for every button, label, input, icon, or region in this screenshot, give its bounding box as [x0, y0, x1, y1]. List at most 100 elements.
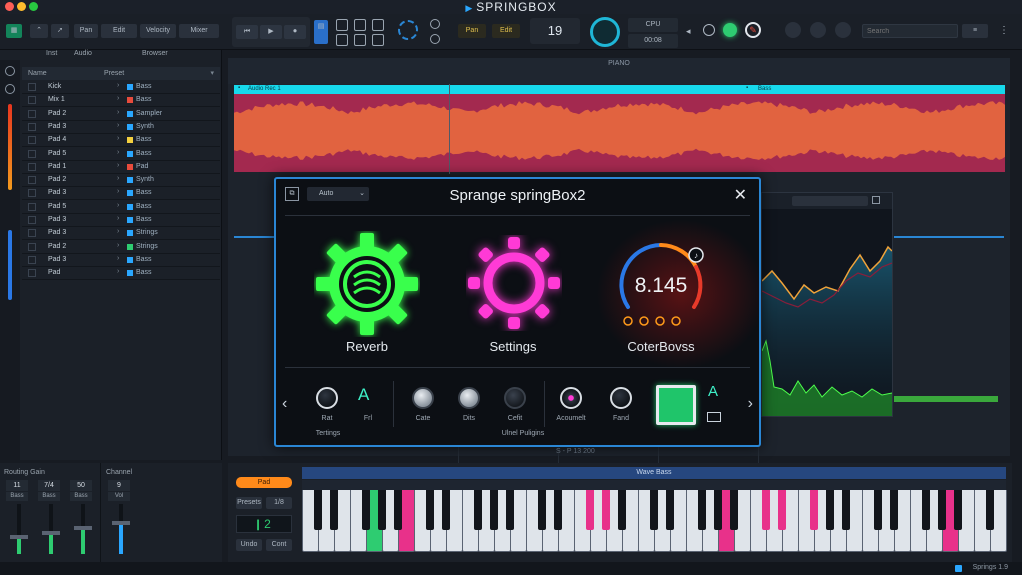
reverb-gear-icon[interactable] — [314, 231, 420, 337]
mode-button-pan[interactable]: Pan — [74, 24, 98, 38]
piano-black-key[interactable] — [650, 490, 658, 530]
piano-keyboard[interactable] — [302, 490, 1007, 552]
piano-black-key[interactable] — [810, 490, 818, 530]
channel-fader[interactable] — [119, 504, 123, 554]
track-row[interactable]: Pad 5 › Bass — [22, 201, 220, 214]
track-row[interactable]: Pad 3 › Synth — [22, 121, 220, 134]
track-select-checkbox[interactable] — [28, 269, 36, 278]
chevron-right-icon[interactable]: › — [117, 149, 119, 156]
chevron-right-icon[interactable]: › — [117, 82, 119, 89]
piano-black-key[interactable] — [890, 490, 898, 530]
chevron-right-icon[interactable]: › — [117, 95, 119, 102]
filter-a-icon[interactable]: A — [358, 385, 369, 405]
enable-toggle[interactable] — [656, 385, 696, 425]
piano-black-key[interactable] — [442, 490, 450, 530]
piano-black-key[interactable] — [762, 490, 770, 530]
cut-tool-icon[interactable] — [354, 19, 366, 31]
piano-black-key[interactable] — [602, 490, 610, 530]
prev-page-button[interactable]: ‹ — [282, 395, 287, 413]
continue-button[interactable]: Cont — [266, 539, 292, 551]
track-row[interactable]: Pad 2 › Strings — [22, 241, 220, 254]
settings-icon[interactable] — [785, 22, 801, 38]
piano-black-key[interactable] — [362, 490, 370, 530]
channel-label[interactable]: Bass — [70, 492, 92, 501]
track-row[interactable]: Pad 3 › Strings — [22, 227, 220, 241]
track-row[interactable]: Pad 4 › Bass — [22, 134, 220, 148]
settings-gear-icon[interactable] — [466, 235, 562, 331]
track-select-checkbox[interactable] — [28, 202, 36, 211]
analyzer-settings-icon[interactable] — [872, 196, 880, 204]
step-display[interactable]: ▎2 — [236, 515, 292, 533]
piano-black-key[interactable] — [698, 490, 706, 530]
track-select-checkbox[interactable] — [28, 162, 36, 171]
chevron-right-icon[interactable]: › — [117, 202, 119, 209]
nav-forward-button[interactable]: ➚ — [51, 24, 69, 38]
filter-b-icon[interactable]: A — [708, 383, 718, 400]
power-button[interactable] — [723, 23, 737, 37]
chevron-right-icon[interactable]: › — [117, 268, 119, 275]
chevron-right-icon[interactable]: › — [117, 228, 119, 235]
piano-black-key[interactable] — [730, 490, 738, 530]
piano-black-key[interactable] — [586, 490, 594, 530]
channel-label[interactable]: Bass — [6, 492, 28, 501]
play-button[interactable]: ▶ — [260, 25, 282, 39]
chevron-down-icon[interactable]: ▾ — [210, 69, 214, 77]
track-select-checkbox[interactable] — [28, 189, 36, 198]
acoumelt-knob[interactable] — [560, 387, 582, 409]
track-select-checkbox[interactable] — [28, 255, 36, 264]
piano-black-key[interactable] — [666, 490, 674, 530]
channel-fader[interactable] — [49, 504, 53, 554]
piano-black-key[interactable] — [506, 490, 514, 530]
fader-cap[interactable] — [42, 531, 60, 535]
more-icon[interactable]: ⋮ — [999, 25, 1009, 36]
record-button[interactable]: ⏺ — [284, 25, 306, 39]
metronome-icon[interactable] — [430, 19, 440, 29]
playhead[interactable] — [449, 84, 450, 174]
draw-tool-icon[interactable] — [372, 19, 384, 31]
track-select-checkbox[interactable] — [28, 242, 36, 251]
audio-clip-header[interactable]: ▪ Audio Rec 1 ▪ Bass — [234, 85, 1005, 94]
pad-button[interactable]: Pad — [236, 477, 292, 488]
piano-black-key[interactable] — [314, 490, 322, 530]
channel-label[interactable]: Bass — [38, 492, 60, 501]
audio-clip-waveform[interactable] — [234, 94, 1005, 172]
tab-audio[interactable]: Audio — [74, 50, 92, 57]
chevron-right-icon[interactable]: › — [117, 255, 119, 262]
piano-black-key[interactable] — [554, 490, 562, 530]
tempo-pan-button[interactable]: Pan — [458, 24, 486, 38]
presets-button[interactable]: Presets — [236, 497, 262, 509]
chevron-right-icon[interactable]: › — [117, 135, 119, 142]
cate-knob[interactable] — [412, 387, 434, 409]
piano-black-key[interactable] — [618, 490, 626, 530]
view-icon[interactable] — [5, 84, 15, 94]
output-icon[interactable] — [707, 412, 721, 422]
fader-cap[interactable] — [10, 535, 28, 539]
timeline-ruler[interactable]: PIANO — [228, 58, 1010, 84]
track-select-checkbox[interactable] — [28, 96, 36, 105]
clock-icon[interactable] — [430, 34, 440, 44]
loop-icon[interactable] — [703, 24, 715, 36]
piano-black-key[interactable] — [778, 490, 786, 530]
track-select-checkbox[interactable] — [28, 122, 36, 131]
piano-black-key[interactable] — [922, 490, 930, 530]
piano-black-key[interactable] — [474, 490, 482, 530]
piano-black-key[interactable] — [874, 490, 882, 530]
rewind-button[interactable]: ⏮ — [236, 25, 258, 39]
track-row[interactable]: Pad 3 › Bass — [22, 187, 220, 201]
track-row[interactable]: Pad 5 › Bass — [22, 148, 220, 161]
erase-tool-icon[interactable] — [336, 34, 348, 46]
quantize-button[interactable]: 1/8 — [266, 497, 292, 509]
track-select-checkbox[interactable] — [28, 216, 36, 224]
track-row[interactable]: Pad 2 › Sampler — [22, 108, 220, 121]
menu-button[interactable]: ≡ — [962, 24, 988, 38]
help-icon[interactable] — [810, 22, 826, 38]
mode-button-mixer[interactable]: Mixer — [179, 24, 219, 38]
undo-button[interactable]: Undo — [236, 539, 262, 551]
track-row[interactable]: Pad › Bass — [22, 267, 220, 281]
chevron-right-icon[interactable]: › — [117, 215, 119, 222]
mode-button-velocity[interactable]: Velocity — [140, 24, 176, 38]
edit-icon[interactable]: ✎ — [745, 22, 761, 38]
track-row[interactable]: Mix 1 › Bass — [22, 94, 220, 108]
next-page-button[interactable]: › — [748, 395, 753, 413]
piano-black-key[interactable] — [986, 490, 994, 530]
